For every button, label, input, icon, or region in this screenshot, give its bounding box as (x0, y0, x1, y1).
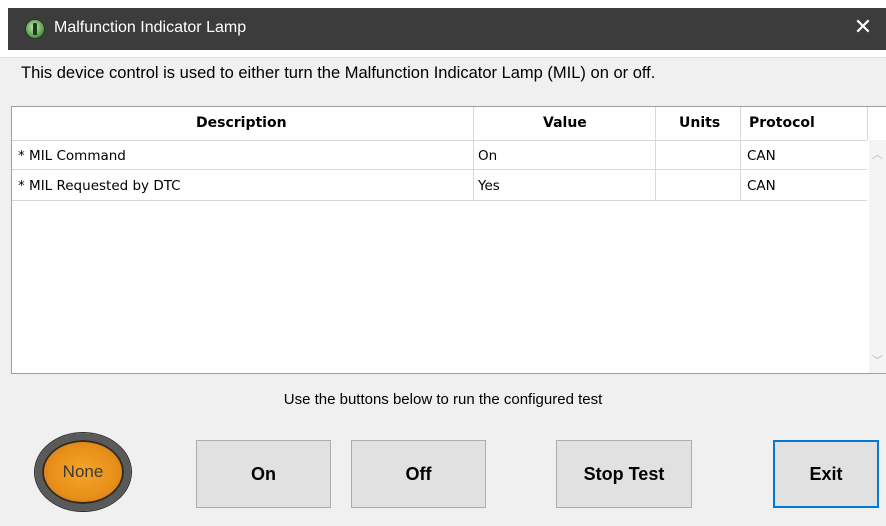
column-divider (473, 141, 474, 171)
window-titlebar: Malfunction Indicator Lamp ✕ (0, 0, 886, 58)
stop-test-button[interactable]: Stop Test (556, 440, 692, 508)
lamp-label: None (62, 462, 104, 481)
cell-value: Yes (478, 178, 500, 194)
exit-button[interactable]: Exit (773, 440, 879, 508)
column-header-units[interactable]: Units (679, 115, 720, 131)
column-divider (655, 171, 656, 201)
description-text: This device control is used to either tu… (21, 64, 656, 82)
cell-protocol: CAN (747, 148, 776, 164)
table-row[interactable]: * MIL Requested by DTC Yes CAN (12, 171, 867, 201)
mil-status-lamp: None (35, 433, 131, 511)
chevron-down-icon[interactable]: ﹀ (869, 352, 886, 369)
column-divider (473, 171, 474, 201)
column-header-value[interactable]: Value (543, 115, 587, 131)
column-divider (655, 141, 656, 171)
data-grid[interactable]: Description Value Units Protocol * MIL C… (11, 106, 886, 374)
instruction-text: Use the buttons below to run the configu… (283, 391, 603, 408)
column-header-protocol[interactable]: Protocol (749, 115, 815, 131)
column-divider (655, 107, 656, 140)
table-row[interactable]: * MIL Command On CAN (12, 140, 867, 171)
column-divider (740, 107, 741, 140)
column-divider (740, 141, 741, 171)
window-title: Malfunction Indicator Lamp (54, 19, 247, 36)
close-icon[interactable]: ✕ (840, 8, 886, 50)
chevron-up-icon[interactable]: ︿ (869, 146, 886, 163)
off-button[interactable]: Off (351, 440, 486, 508)
titlebar-bar[interactable]: Malfunction Indicator Lamp ✕ (8, 8, 886, 50)
column-header-description[interactable]: Description (196, 115, 287, 131)
column-divider (867, 107, 868, 140)
cell-protocol: CAN (747, 178, 776, 194)
vertical-scrollbar[interactable]: ︿ ﹀ (869, 140, 886, 373)
cell-value: On (478, 148, 498, 164)
app-logo-icon (25, 19, 45, 39)
column-divider (473, 107, 474, 140)
column-divider (740, 171, 741, 201)
cell-description: * MIL Requested by DTC (18, 178, 181, 194)
on-button[interactable]: On (196, 440, 331, 508)
cell-description: * MIL Command (18, 148, 126, 164)
